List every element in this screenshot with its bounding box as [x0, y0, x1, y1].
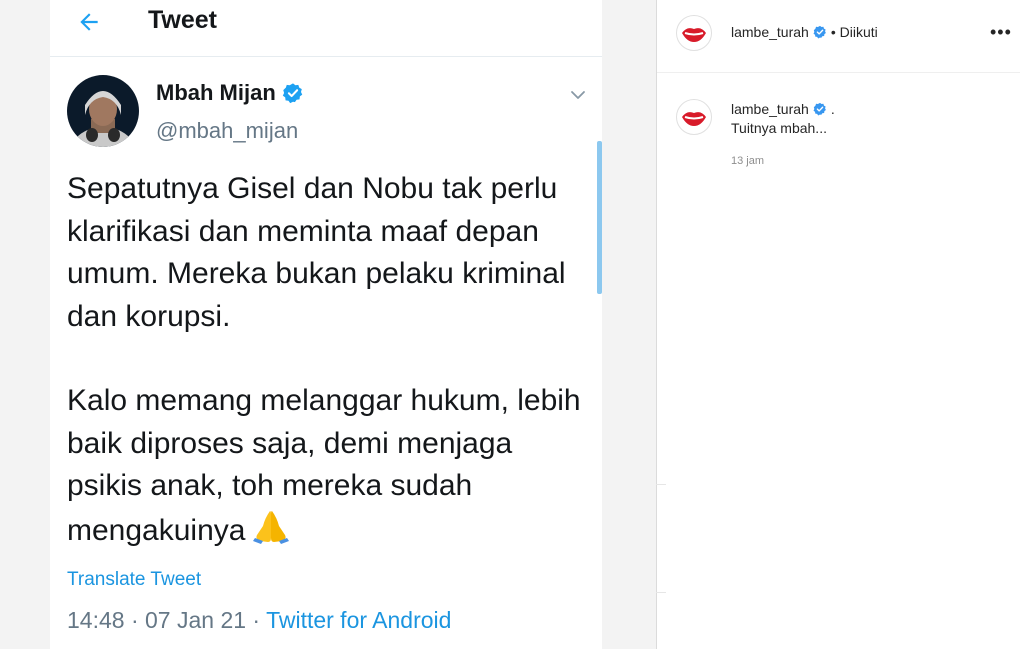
chevron-down-icon[interactable] — [569, 86, 587, 104]
edge-divider — [656, 484, 666, 485]
panel-divider — [656, 0, 657, 649]
tweet-paragraph-1: Sepatutnya Gisel dan Nobu tak perlu klar… — [67, 172, 566, 333]
header-username[interactable]: lambe_turah — [731, 24, 809, 40]
author-handle[interactable]: @mbah_mijan — [156, 118, 298, 144]
translate-tweet-link[interactable]: Translate Tweet — [67, 569, 201, 591]
author-avatar[interactable] — [67, 75, 139, 147]
tweet-timestamp[interactable]: 14:48 · 07 Jan 21 · — [67, 607, 266, 633]
tweet-meta: 14:48 · 07 Jan 21 · Twitter for Android — [67, 607, 451, 634]
header-username-row: lambe_turah • Diikuti — [731, 24, 878, 40]
more-options-icon[interactable]: ••• — [990, 22, 1012, 43]
tweet-body: Sepatutnya Gisel dan Nobu tak perlu klar… — [67, 168, 587, 552]
verified-badge-icon — [282, 83, 303, 104]
comment-suffix: . — [830, 101, 835, 117]
header-divider — [50, 56, 602, 57]
tweet-paragraph-2-wrap: Kalo memang melanggar hukum, lebih baik … — [67, 380, 587, 552]
edge-divider — [656, 592, 666, 593]
praying-hands-emoji — [253, 510, 290, 544]
tweet-header: Tweet — [50, 0, 602, 48]
comment-username[interactable]: lambe_turah — [731, 101, 809, 117]
tweet-source-link[interactable]: Twitter for Android — [266, 607, 451, 633]
verified-badge-icon — [813, 102, 826, 116]
tweet-header-title: Tweet — [148, 6, 217, 34]
back-arrow-icon[interactable] — [76, 9, 102, 35]
tweet-paragraph-2: Kalo memang melanggar hukum, lebih baik … — [67, 384, 581, 547]
verified-badge-icon — [813, 25, 826, 39]
author-name[interactable]: Mbah Mijan — [156, 80, 276, 106]
lips-logo-avatar[interactable] — [676, 99, 712, 135]
post-time[interactable]: 13 jam — [731, 155, 764, 167]
comment-username-row: lambe_turah . — [731, 101, 835, 117]
lips-logo-avatar[interactable] — [676, 15, 712, 51]
author-name-row[interactable]: Mbah Mijan — [156, 80, 304, 106]
post-caption: Tuitnya mbah... — [731, 120, 827, 136]
scrollbar-thumb[interactable] — [597, 141, 602, 294]
follow-status[interactable]: • Diikuti — [831, 24, 878, 40]
tweet-card: Tweet Mbah Mijan @mbah_mijan Sepatutnya … — [50, 0, 602, 649]
